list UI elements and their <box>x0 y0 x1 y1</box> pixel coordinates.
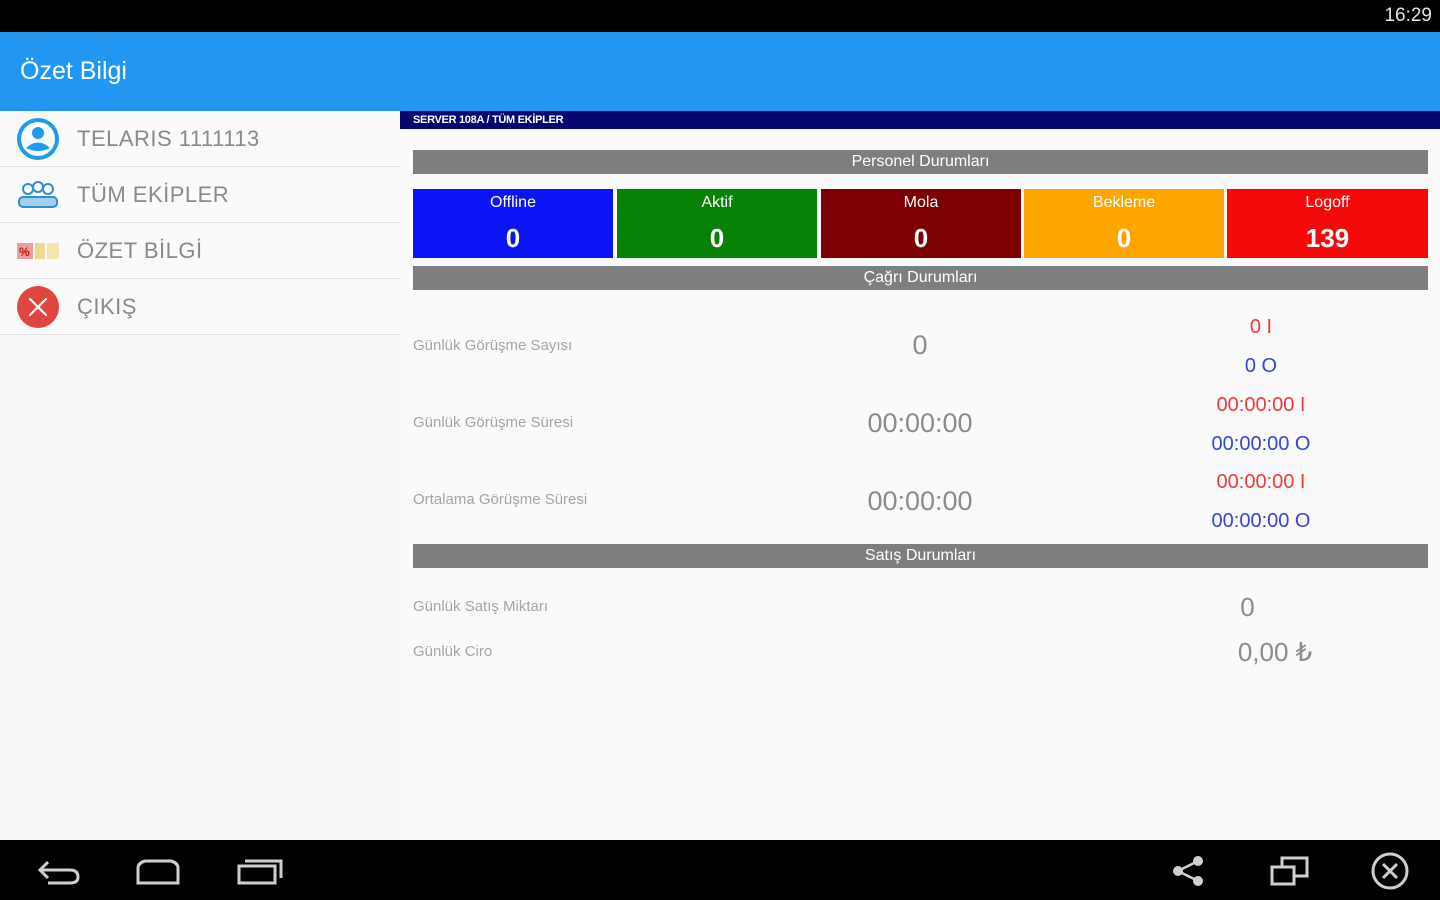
stat-label: Aktif <box>701 194 733 211</box>
stat-active: Aktif 0 <box>617 189 817 258</box>
stat-label: Mola <box>903 194 939 211</box>
page-title: Özet Bilgi <box>20 57 127 85</box>
stat-label: Bekleme <box>1092 194 1156 211</box>
avg-duration-label: Ortalama Görüşme Süresi <box>413 491 588 508</box>
call-duration-label: Günlük Görüşme Süresi <box>413 414 574 431</box>
revenue-value: 0,00 ₺ <box>1237 637 1313 667</box>
call-count-label: Günlük Görüşme Sayısı <box>413 337 573 354</box>
navigation-bar <box>0 840 1440 900</box>
sales-header: Satış Durumları <box>413 544 1428 568</box>
sidebar-item-logout[interactable]: ÇIKIŞ <box>0 279 400 335</box>
stat-break: Mola 0 <box>821 189 1021 258</box>
stat-label: Offline <box>490 194 536 211</box>
stat-value: 0 <box>505 223 521 253</box>
team-icon <box>16 173 60 217</box>
stat-offline: Offline 0 <box>413 189 613 258</box>
stat-value: 0 <box>709 223 725 253</box>
summary-icon: % <box>16 229 60 273</box>
window-icon[interactable] <box>1262 852 1318 890</box>
sidebar: TELARIS 1111113 TÜM EKİPLER % ÖZET BİLGİ <box>0 111 400 840</box>
stat-value: 0 <box>913 223 929 253</box>
call-duration-in: 00:00:00 I <box>1216 394 1306 416</box>
stat-value: 139 <box>1305 223 1350 253</box>
status-time: 16:29 <box>1384 5 1432 26</box>
summary-panel: SERVER 108A / TÜM EKİPLER Personel Durum… <box>400 111 1440 840</box>
avg-duration-value: 00:00:00 <box>867 486 973 516</box>
sidebar-item-user[interactable]: TELARIS 1111113 <box>0 111 400 167</box>
stat-waiting: Bekleme 0 <box>1024 189 1224 258</box>
share-icon[interactable] <box>1160 852 1216 890</box>
app-bar: Özet Bilgi <box>0 32 1440 111</box>
close-circle-icon[interactable] <box>1362 852 1418 890</box>
avg-duration-out: 00:00:00 O <box>1211 510 1311 532</box>
stat-logoff: Logoff 139 <box>1227 189 1428 258</box>
call-duration-out: 00:00:00 O <box>1211 433 1311 455</box>
call-count-in: 0 I <box>1249 316 1273 338</box>
stat-value: 0 <box>1116 223 1132 253</box>
sales-count-label: Günlük Satış Miktarı <box>413 598 549 615</box>
recent-apps-icon[interactable] <box>232 852 288 890</box>
svg-text:%: % <box>19 245 30 259</box>
home-icon[interactable] <box>130 852 186 890</box>
sidebar-item-teams[interactable]: TÜM EKİPLER <box>0 167 400 223</box>
sidebar-item-label: ÇIKIŞ <box>77 294 137 319</box>
sidebar-item-summary[interactable]: % ÖZET BİLGİ <box>0 223 400 279</box>
call-count-value: 0 <box>912 330 928 360</box>
revenue-label: Günlük Ciro <box>413 643 493 660</box>
close-icon <box>16 285 60 329</box>
avg-duration-in: 00:00:00 I <box>1216 471 1306 493</box>
status-bar: 16:29 <box>0 0 1440 32</box>
sidebar-item-label: ÖZET BİLGİ <box>77 238 203 263</box>
back-icon[interactable] <box>30 852 86 890</box>
calls-header: Çağrı Durumları <box>413 266 1428 290</box>
server-label: SERVER 108A / TÜM EKİPLER <box>413 114 564 126</box>
user-icon <box>16 117 60 161</box>
call-duration-value: 00:00:00 <box>867 408 973 438</box>
sales-count-value: 0 <box>1240 592 1255 622</box>
stat-label: Logoff <box>1305 194 1350 211</box>
call-count-out: 0 O <box>1244 355 1278 377</box>
server-bar: SERVER 108A / TÜM EKİPLER <box>400 111 1440 129</box>
sidebar-item-label: TÜM EKİPLER <box>77 182 230 207</box>
personnel-header: Personel Durumları <box>413 150 1428 174</box>
sidebar-item-label: TELARIS 1111113 <box>77 126 260 151</box>
